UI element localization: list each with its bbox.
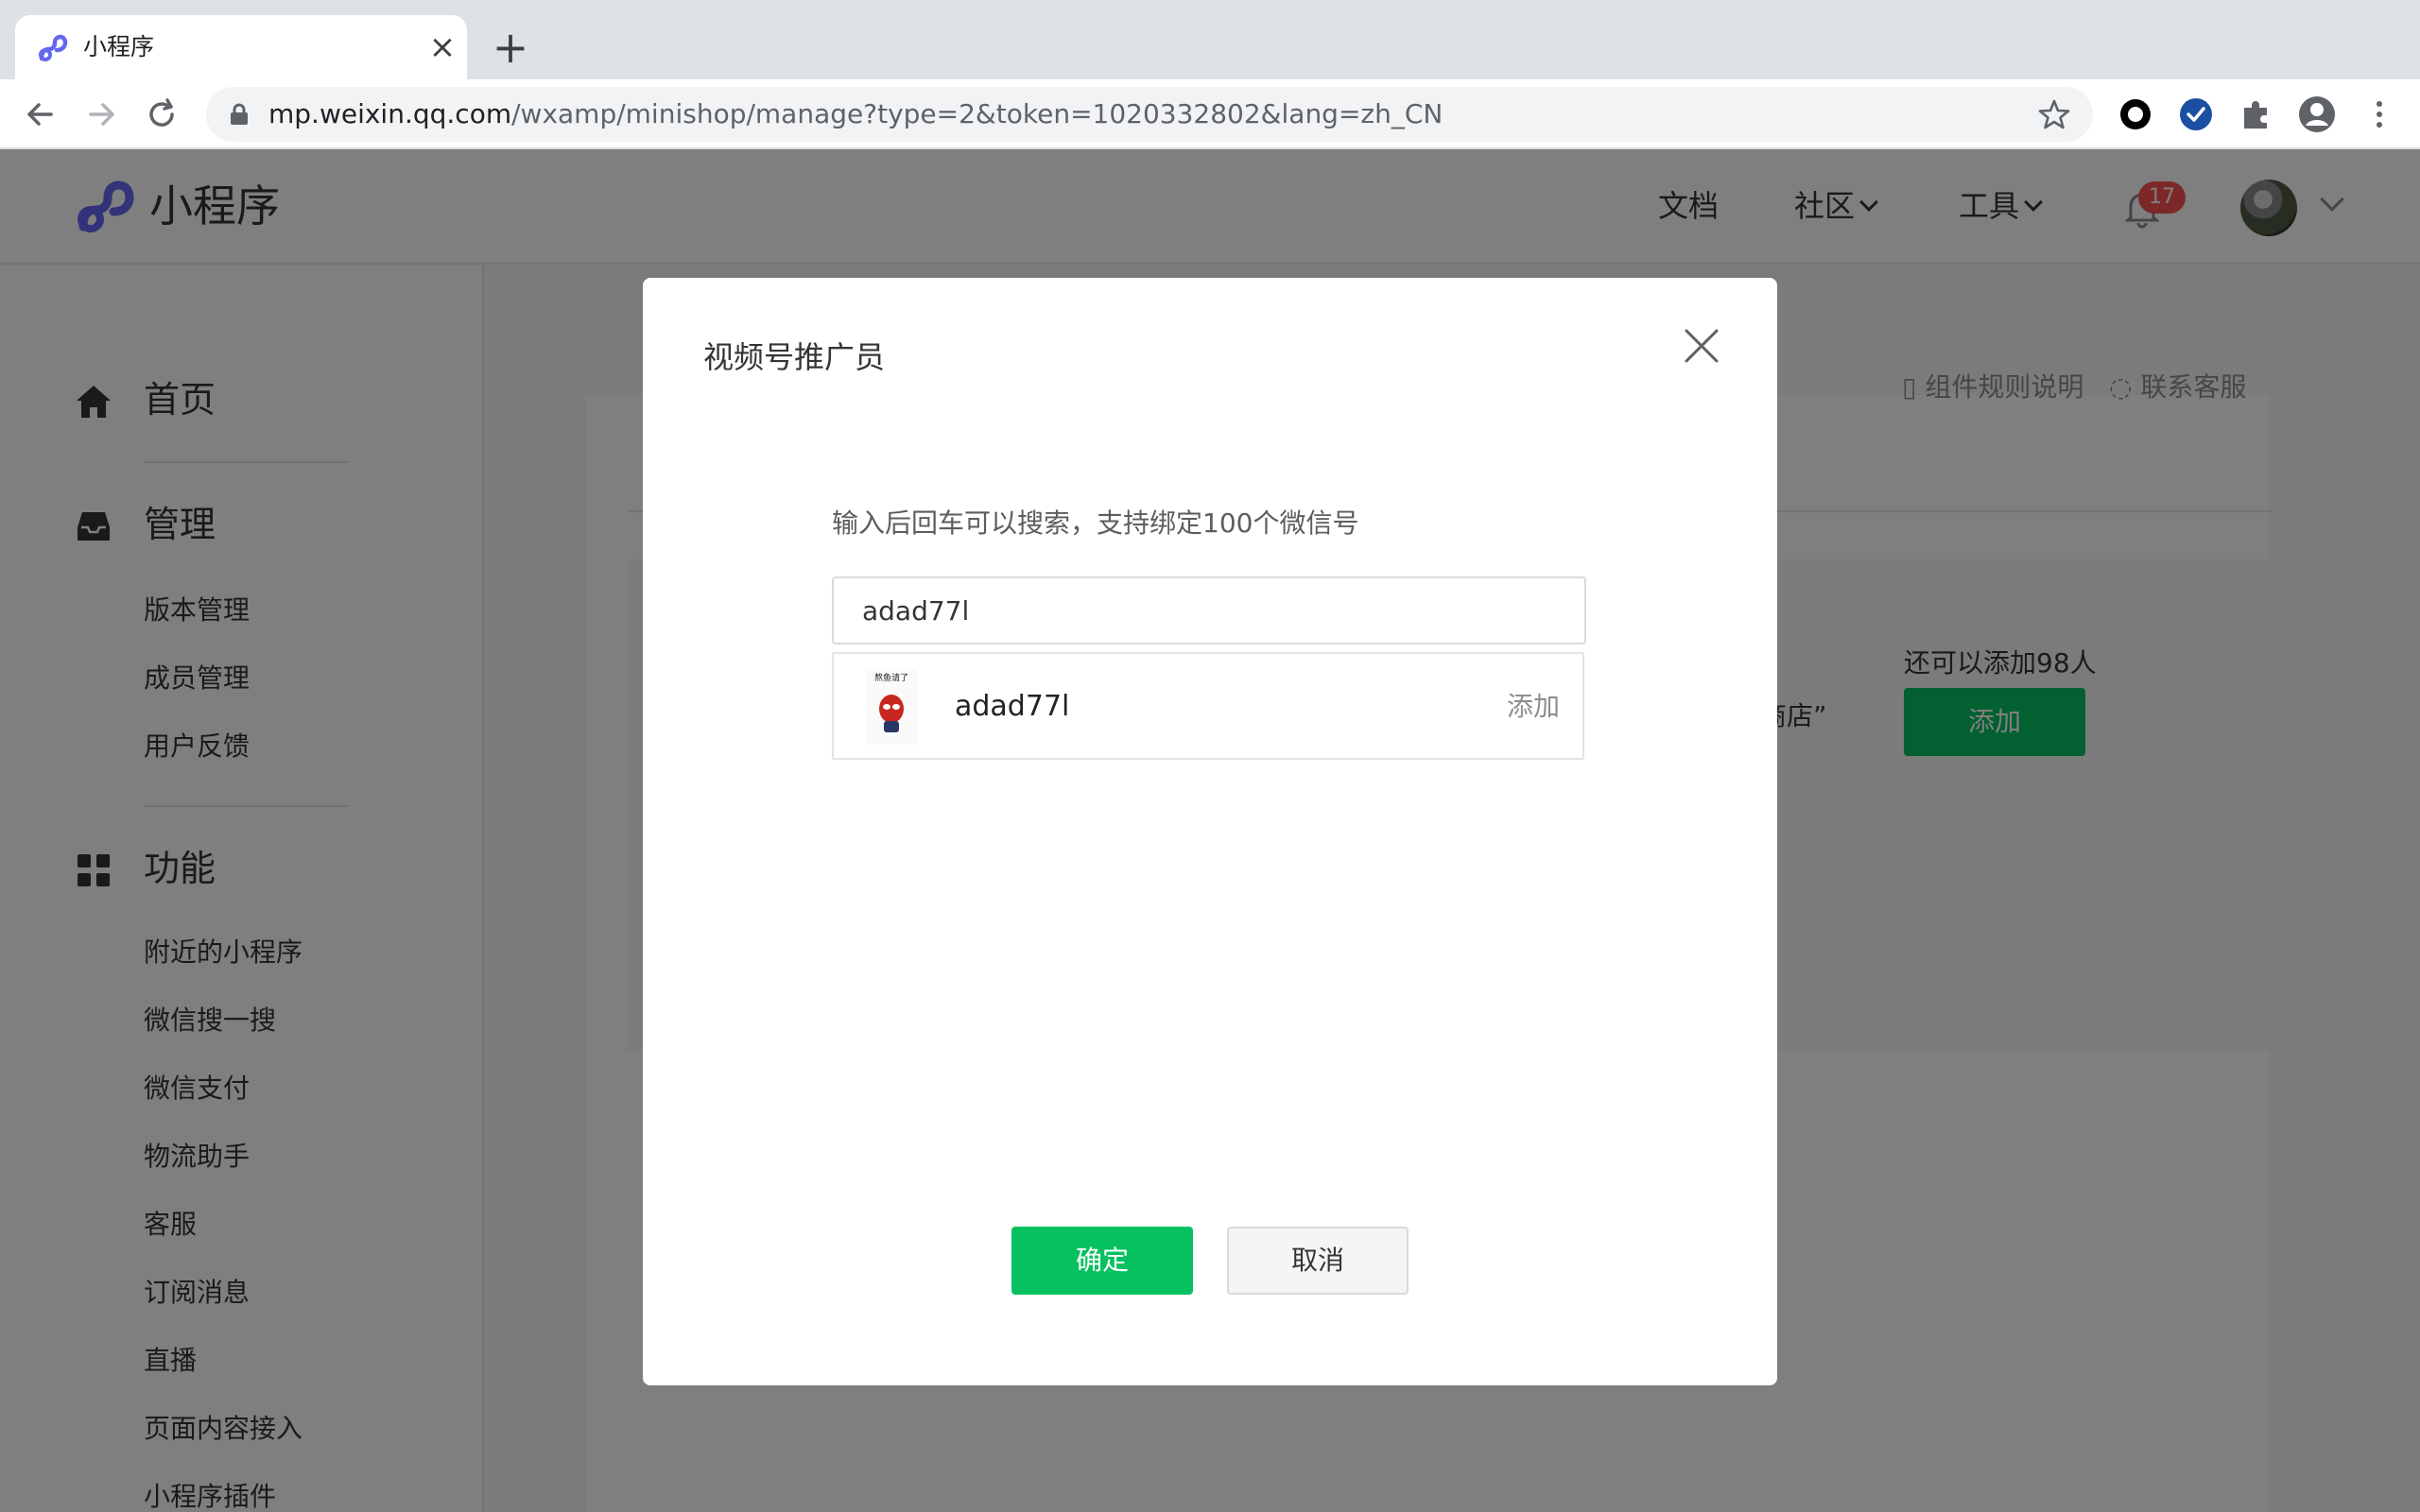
reload-icon[interactable]: [140, 93, 183, 136]
search-result-item: 熬鱼请了 adad77l 添加: [832, 652, 1584, 760]
miniprogram-favicon-icon: [39, 34, 68, 61]
back-arrow-icon[interactable]: [19, 93, 62, 136]
result-name: adad77l: [955, 690, 1070, 723]
search-hint: 输入后回车可以搜索，支持绑定100个微信号: [832, 507, 1359, 539]
browser-menu-icon[interactable]: [2360, 94, 2399, 134]
new-tab-button[interactable]: +: [490, 26, 531, 69]
confirm-button[interactable]: 确定: [1011, 1227, 1193, 1295]
extension-check-icon[interactable]: [2176, 94, 2216, 134]
cancel-button[interactable]: 取消: [1227, 1227, 1409, 1295]
browser-tab[interactable]: 小程序 ×: [15, 15, 467, 79]
result-avatar: 熬鱼请了: [866, 669, 917, 745]
extension-circle-icon[interactable]: [2116, 94, 2155, 134]
lock-icon: [231, 103, 248, 125]
svg-text:熬鱼请了: 熬鱼请了: [874, 672, 908, 683]
bookmark-star-icon[interactable]: [2036, 96, 2072, 132]
address-bar[interactable]: mp.weixin.qq.com/wxamp/minishop/manage?t…: [206, 87, 2093, 142]
profile-avatar-icon[interactable]: [2297, 94, 2337, 134]
tab-title: 小程序: [83, 33, 155, 60]
url-text: mp.weixin.qq.com/wxamp/minishop/manage?t…: [268, 98, 1443, 129]
tab-close-icon[interactable]: ×: [424, 28, 461, 66]
browser-tab-bar: 小程序 × +: [0, 0, 2420, 79]
promoter-dialog: 视频号推广员 输入后回车可以搜索，支持绑定100个微信号 熬鱼请了 adad77…: [643, 278, 1777, 1385]
extensions-puzzle-icon[interactable]: [2237, 94, 2276, 134]
forward-arrow-icon[interactable]: [79, 93, 123, 136]
browser-toolbar: mp.weixin.qq.com/wxamp/minishop/manage?t…: [0, 79, 2420, 149]
wechat-id-search-input[interactable]: [832, 576, 1586, 644]
dialog-title: 视频号推广员: [703, 339, 886, 375]
result-add-link[interactable]: 添加: [1507, 688, 1560, 726]
close-icon[interactable]: [1681, 325, 1722, 367]
